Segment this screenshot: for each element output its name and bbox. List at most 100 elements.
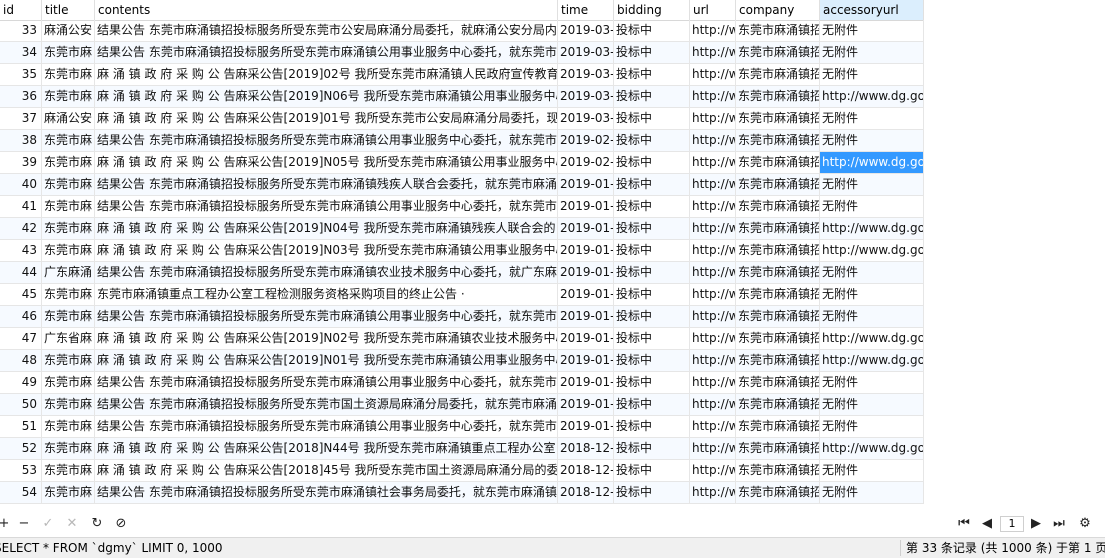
cell-url[interactable]: http://w <box>690 86 736 107</box>
cell-title[interactable]: 东莞市麻 <box>42 196 95 217</box>
table-row[interactable]: 42 东莞市麻麻 涌 镇 政 府 采 购 公 告麻采公告[2019]N04号 我所… <box>0 218 924 240</box>
cell-bidding[interactable]: 投标中 <box>614 218 690 239</box>
cell-accessoryurl[interactable]: http://www.dg.go <box>820 240 924 261</box>
cell-company[interactable]: 东莞市麻涌镇招 <box>736 416 820 437</box>
cell-bidding[interactable]: 投标中 <box>614 42 690 63</box>
cell-id[interactable]: 37 <box>0 108 42 129</box>
cell-accessoryurl[interactable]: http://www.dg.go <box>820 152 924 173</box>
cell-time[interactable]: 2019-01- <box>558 372 614 393</box>
cell-title[interactable]: 麻涌公安 <box>42 108 95 129</box>
table-row[interactable]: 41 东莞市麻 结果公告 东莞市麻涌镇招投标服务所受东莞市麻涌镇公用事业服务中心委托… <box>0 196 924 218</box>
previous-page-icon[interactable]: ◀ <box>977 514 997 534</box>
cell-time[interactable]: 2018-12- <box>558 438 614 459</box>
cell-contents[interactable]: 结果公告 东莞市麻涌镇招投标服务所受东莞市麻涌镇农业技术服务中心委托，就广东麻 <box>95 262 558 283</box>
cell-contents[interactable]: 麻 涌 镇 政 府 采 购 公 告麻采公告[2019]N06号 我所受东莞市麻涌… <box>95 86 558 107</box>
cell-title[interactable]: 东莞市麻 <box>42 240 95 261</box>
cell-id[interactable]: 51 <box>0 416 42 437</box>
cell-contents[interactable]: 结果公告 东莞市麻涌镇招投标服务所受东莞市麻涌镇公用事业服务中心委托，就东莞市 <box>95 196 558 217</box>
cell-bidding[interactable]: 投标中 <box>614 130 690 151</box>
cell-time[interactable]: 2019-01- <box>558 218 614 239</box>
cell-company[interactable]: 东莞市麻涌镇招 <box>736 460 820 481</box>
cell-id[interactable]: 54 <box>0 482 42 503</box>
cell-company[interactable]: 东莞市麻涌镇招 <box>736 438 820 459</box>
cell-company[interactable]: 东莞市麻涌镇招 <box>736 196 820 217</box>
cell-url[interactable]: http://w <box>690 372 736 393</box>
cell-url[interactable]: http://w <box>690 42 736 63</box>
cell-url[interactable]: http://w <box>690 306 736 327</box>
cell-contents[interactable]: 麻 涌 镇 政 府 采 购 公 告麻采公告[2019]N02号 我所受东莞市麻涌… <box>95 328 558 349</box>
table-row[interactable]: 43 东莞市麻麻 涌 镇 政 府 采 购 公 告麻采公告[2019]N03号 我所… <box>0 240 924 262</box>
cell-time[interactable]: 2019-01- <box>558 174 614 195</box>
cell-url[interactable]: http://w <box>690 438 736 459</box>
cell-company[interactable]: 东莞市麻涌镇招 <box>736 350 820 371</box>
cell-accessoryurl[interactable]: http://www.dg.go <box>820 350 924 371</box>
cell-accessoryurl[interactable]: 无附件 <box>820 306 924 327</box>
cell-accessoryurl[interactable]: 无附件 <box>820 460 924 481</box>
cell-title[interactable]: 广东麻涌 <box>42 262 95 283</box>
table-row[interactable]: 36 东莞市麻麻 涌 镇 政 府 采 购 公 告麻采公告[2019]N06号 我所… <box>0 86 924 108</box>
cell-bidding[interactable]: 投标中 <box>614 306 690 327</box>
cell-id[interactable]: 53 <box>0 460 42 481</box>
cell-bidding[interactable]: 投标中 <box>614 86 690 107</box>
cell-time[interactable]: 2018-12- <box>558 460 614 481</box>
cell-company[interactable]: 东莞市麻涌镇招 <box>736 130 820 151</box>
cell-title[interactable]: 东莞市麻 <box>42 372 95 393</box>
cell-accessoryurl[interactable]: 无附件 <box>820 262 924 283</box>
cell-time[interactable]: 2019-01- <box>558 196 614 217</box>
cell-accessoryurl[interactable]: 无附件 <box>820 372 924 393</box>
cell-title[interactable]: 东莞市麻 <box>42 482 95 503</box>
cell-contents[interactable]: 麻 涌 镇 政 府 采 购 公 告麻采公告[2019]02号 我所受东莞市麻涌镇… <box>95 64 558 85</box>
cell-accessoryurl[interactable]: 无附件 <box>820 20 924 41</box>
cell-title[interactable]: 东莞市麻 <box>42 350 95 371</box>
column-header-accessoryurl[interactable]: accessoryurl <box>820 0 924 20</box>
cell-bidding[interactable]: 投标中 <box>614 262 690 283</box>
cell-url[interactable]: http://w <box>690 174 736 195</box>
table-row[interactable]: 35 东莞市麻麻 涌 镇 政 府 采 购 公 告麻采公告[2019]02号 我所受… <box>0 64 924 86</box>
cell-contents[interactable]: 麻 涌 镇 政 府 采 购 公 告麻采公告[2019]N04号 我所受东莞市麻涌… <box>95 218 558 239</box>
cell-company[interactable]: 东莞市麻涌镇招 <box>736 64 820 85</box>
cell-bidding[interactable]: 投标中 <box>614 372 690 393</box>
cell-accessoryurl[interactable]: http://www.dg.go <box>820 86 924 107</box>
cell-contents[interactable]: 结果公告 东莞市麻涌镇招投标服务所受东莞市公安局麻涌分局委托，就麻涌公安分局内 <box>95 20 558 41</box>
cell-company[interactable]: 东莞市麻涌镇招 <box>736 174 820 195</box>
cell-url[interactable]: http://w <box>690 108 736 129</box>
cell-time[interactable]: 2018-12- <box>558 482 614 503</box>
last-page-icon[interactable]: ⏭ <box>1049 514 1069 534</box>
cell-id[interactable]: 33 <box>0 20 42 41</box>
first-page-icon[interactable]: ⏮ <box>954 514 974 534</box>
cell-bidding[interactable]: 投标中 <box>614 240 690 261</box>
cell-accessoryurl[interactable]: http://www.dg.go <box>820 328 924 349</box>
cell-company[interactable]: 东莞市麻涌镇招 <box>736 306 820 327</box>
cell-title[interactable]: 东莞市麻 <box>42 416 95 437</box>
cell-accessoryurl[interactable]: 无附件 <box>820 64 924 85</box>
cell-id[interactable]: 44 <box>0 262 42 283</box>
cell-time[interactable]: 2019-01- <box>558 284 614 305</box>
cell-contents[interactable]: 麻 涌 镇 政 府 采 购 公 告麻采公告[2019]N03号 我所受东莞市麻涌… <box>95 240 558 261</box>
cell-url[interactable]: http://w <box>690 394 736 415</box>
cell-accessoryurl[interactable]: 无附件 <box>820 108 924 129</box>
cell-company[interactable]: 东莞市麻涌镇招 <box>736 218 820 239</box>
cell-contents[interactable]: 结果公告 东莞市麻涌镇招投标服务所受东莞市麻涌镇残疾人联合会委托，就东莞市麻涌 <box>95 174 558 195</box>
column-header-contents[interactable]: contents <box>95 0 558 20</box>
cell-accessoryurl[interactable]: 无附件 <box>820 196 924 217</box>
cell-id[interactable]: 41 <box>0 196 42 217</box>
cell-contents[interactable]: 结果公告 东莞市麻涌镇招投标服务所受东莞市麻涌镇公用事业服务中心委托，就东莞市 <box>95 372 558 393</box>
cell-title[interactable]: 东莞市麻 <box>42 130 95 151</box>
cell-id[interactable]: 34 <box>0 42 42 63</box>
cell-accessoryurl[interactable]: 无附件 <box>820 416 924 437</box>
cell-url[interactable]: http://w <box>690 64 736 85</box>
cell-contents[interactable]: 麻 涌 镇 政 府 采 购 公 告麻采公告[2018]N44号 我所受东莞市麻涌… <box>95 438 558 459</box>
table-row[interactable]: 37 麻涌公安麻 涌 镇 政 府 采 购 公 告麻采公告[2019]01号 我所受… <box>0 108 924 130</box>
cell-contents[interactable]: 麻 涌 镇 政 府 采 购 公 告麻采公告[2019]N01号 我所受东莞市麻涌… <box>95 350 558 371</box>
cell-id[interactable]: 36 <box>0 86 42 107</box>
refresh-icon[interactable]: ↻ <box>87 514 107 534</box>
next-page-icon[interactable]: ▶ <box>1026 514 1046 534</box>
cell-time[interactable]: 2019-03- <box>558 64 614 85</box>
column-header-time[interactable]: time <box>558 0 614 20</box>
table-row[interactable]: 40 东莞市麻 结果公告 东莞市麻涌镇招投标服务所受东莞市麻涌镇残疾人联合会委托，就… <box>0 174 924 196</box>
cell-accessoryurl[interactable]: 无附件 <box>820 174 924 195</box>
table-row[interactable]: 52 东莞市麻麻 涌 镇 政 府 采 购 公 告麻采公告[2018]N44号 我所… <box>0 438 924 460</box>
cell-url[interactable]: http://w <box>690 218 736 239</box>
cell-id[interactable]: 42 <box>0 218 42 239</box>
cell-bidding[interactable]: 投标中 <box>614 64 690 85</box>
